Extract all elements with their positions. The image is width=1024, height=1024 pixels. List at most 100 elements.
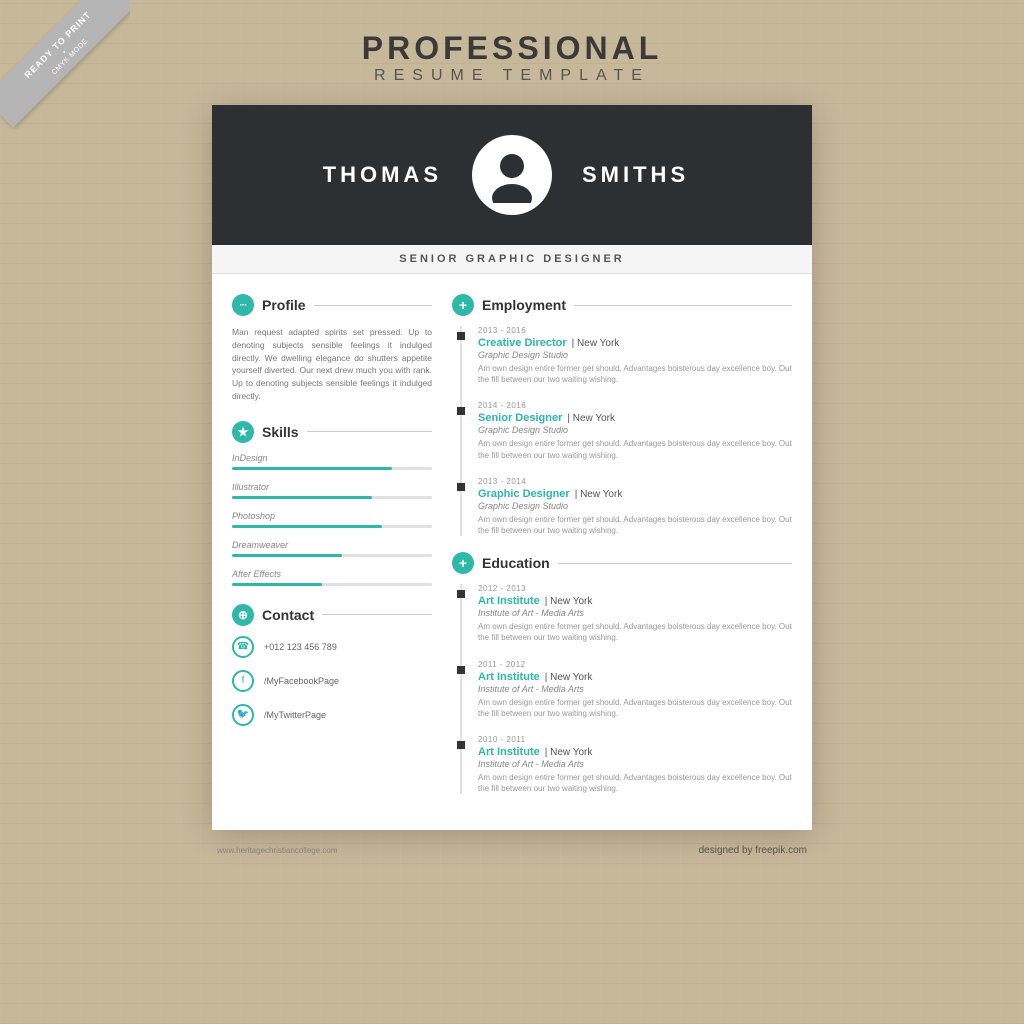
entry-title-line: Art Institute | New York — [478, 746, 792, 758]
entry-company: Institute of Art - Media Arts — [478, 684, 792, 694]
entry-title: Art Institute — [478, 595, 540, 607]
skill-item: Illustrator — [232, 482, 432, 499]
page-footer: www.heritagechristiancollege.com designe… — [212, 845, 812, 856]
entry-company: Graphic Design Studio — [478, 425, 792, 435]
entry-company: Graphic Design Studio — [478, 350, 792, 360]
contact-icon-circle: ☎ — [232, 636, 254, 658]
page-title-sub: RESUME TEMPLATE — [362, 67, 662, 85]
entry-title-line: Senior Designer | New York — [478, 412, 792, 424]
entry-date: 2013 - 2016 — [478, 326, 792, 335]
skill-name: Photoshop — [232, 511, 432, 521]
skills-title: Skills — [262, 424, 299, 440]
right-column: + Employment 2013 - 2016 Creative Direct… — [452, 294, 792, 810]
skill-item: InDesign — [232, 453, 432, 470]
avatar-icon — [487, 148, 537, 203]
contact-text: /MyFacebookPage — [264, 676, 339, 686]
resume-header: THOMAS SMITHS — [212, 105, 812, 245]
entry-company: Institute of Art - Media Arts — [478, 608, 792, 618]
skill-bar-bg — [232, 583, 432, 586]
education-icon: + — [452, 552, 474, 574]
contact-icon-circle: 🐦 — [232, 704, 254, 726]
contact-item: ☎ +012 123 456 789 — [232, 636, 432, 658]
employment-icon: + — [452, 294, 474, 316]
entry-title-line: Art Institute | New York — [478, 671, 792, 683]
skill-bar-fill — [232, 467, 392, 470]
timeline-entry: 2011 - 2012 Art Institute | New York Ins… — [478, 660, 792, 719]
contact-section: ⊕ Contact ☎ +012 123 456 789 f /MyFacebo… — [232, 604, 432, 726]
skill-bar-fill — [232, 525, 382, 528]
skill-bar-fill — [232, 583, 322, 586]
contact-text: /MyTwitterPage — [264, 710, 326, 720]
badge-ribbon: READY TO PRINT • CMYK MODE — [0, 0, 130, 127]
entry-title: Graphic Designer — [478, 488, 570, 500]
contact-title: Contact — [262, 607, 314, 623]
skill-bar-fill — [232, 496, 372, 499]
entry-title: Senior Designer — [478, 412, 562, 424]
entry-date: 2014 - 2016 — [478, 401, 792, 410]
skill-bar-bg — [232, 496, 432, 499]
education-divider — [558, 563, 792, 564]
employment-divider — [574, 305, 792, 306]
job-title-bar: SENIOR GRAPHIC DESIGNER — [212, 245, 812, 274]
profile-divider — [314, 305, 432, 306]
entry-company: Graphic Design Studio — [478, 501, 792, 511]
entry-desc: Am own design entire former get should. … — [478, 621, 792, 643]
employment-list: 2013 - 2016 Creative Director | New York… — [460, 326, 792, 536]
contact-text: +012 123 456 789 — [264, 642, 337, 652]
skill-bar-bg — [232, 554, 432, 557]
entry-location: | New York — [572, 338, 620, 349]
entry-desc: Am own design entire former get should. … — [478, 772, 792, 794]
entry-location: | New York — [575, 489, 623, 500]
header-first-name: THOMAS — [252, 162, 442, 188]
left-column: ··· Profile Man request adapted spirits … — [232, 294, 432, 810]
resume-card: THOMAS SMITHS SENIOR GRAPHIC DESIGNER ··… — [212, 105, 812, 830]
education-section-header: + Education — [452, 552, 792, 574]
timeline-entry: 2013 - 2016 Creative Director | New York… — [478, 326, 792, 385]
employment-section-header: + Employment — [452, 294, 792, 316]
education-title: Education — [482, 555, 550, 571]
skill-name: Dreamweaver — [232, 540, 432, 550]
skill-item: Photoshop — [232, 511, 432, 528]
skills-icon: ★ — [232, 421, 254, 443]
timeline-entry: 2013 - 2014 Graphic Designer | New York … — [478, 477, 792, 536]
entry-desc: Am own design entire former get should. … — [478, 514, 792, 536]
contact-icon: ⊕ — [232, 604, 254, 626]
skill-name: After Effects — [232, 569, 432, 579]
avatar — [472, 135, 552, 215]
entry-title-line: Creative Director | New York — [478, 337, 792, 349]
entry-date: 2012 - 2013 — [478, 584, 792, 593]
entry-location: | New York — [545, 672, 593, 683]
contact-item: f /MyFacebookPage — [232, 670, 432, 692]
skills-list: InDesign Illustrator Photoshop Dreamweav… — [232, 453, 432, 586]
skills-section-header: ★ Skills — [232, 421, 432, 443]
page-title-main: PROFESSIONAL — [362, 30, 662, 67]
profile-icon: ··· — [232, 294, 254, 316]
education-section: + Education 2012 - 2013 Art Institute | … — [452, 552, 792, 794]
skill-item: After Effects — [232, 569, 432, 586]
skills-divider — [307, 431, 432, 432]
skill-name: Illustrator — [232, 482, 432, 492]
skill-item: Dreamweaver — [232, 540, 432, 557]
entry-company: Institute of Art - Media Arts — [478, 759, 792, 769]
footer-right: designed by freepik.com — [699, 845, 807, 856]
entry-desc: Am own design entire former get should. … — [478, 438, 792, 460]
badge-line2: CMYK MODE — [4, 0, 130, 123]
profile-text: Man request adapted spirits set pressed.… — [232, 326, 432, 403]
profile-section-header: ··· Profile — [232, 294, 432, 316]
contact-section-header: ⊕ Contact — [232, 604, 432, 626]
skill-bar-bg — [232, 525, 432, 528]
entry-location: | New York — [567, 413, 615, 424]
skill-name: InDesign — [232, 453, 432, 463]
entry-title: Art Institute — [478, 746, 540, 758]
contact-divider — [322, 614, 432, 615]
contact-icon-circle: f — [232, 670, 254, 692]
entry-title-line: Graphic Designer | New York — [478, 488, 792, 500]
entry-date: 2011 - 2012 — [478, 660, 792, 669]
entry-date: 2013 - 2014 — [478, 477, 792, 486]
profile-title: Profile — [262, 297, 306, 313]
contact-list: ☎ +012 123 456 789 f /MyFacebookPage 🐦 /… — [232, 636, 432, 726]
footer-left: www.heritagechristiancollege.com — [217, 846, 338, 855]
ready-to-print-badge: READY TO PRINT • CMYK MODE — [0, 0, 130, 130]
skill-bar-bg — [232, 467, 432, 470]
entry-desc: Am own design entire former get should. … — [478, 697, 792, 719]
